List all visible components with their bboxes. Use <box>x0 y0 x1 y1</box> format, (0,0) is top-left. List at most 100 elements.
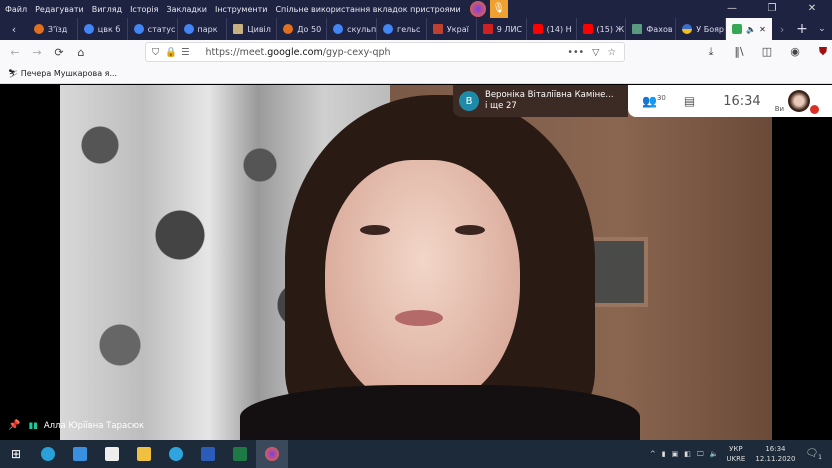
taskbar-explorer[interactable] <box>128 440 160 468</box>
home-button[interactable]: ⌂ <box>70 46 92 59</box>
back-button[interactable]: ← <box>4 46 26 59</box>
forward-button[interactable]: → <box>26 46 48 59</box>
mail-icon <box>73 447 87 461</box>
menu-edit[interactable]: Редагувати <box>35 5 84 14</box>
menu-tab-sharing[interactable]: Спільне використання вкладок пристроями <box>275 5 460 14</box>
excel-icon <box>233 447 247 461</box>
telegram-icon <box>169 447 183 461</box>
tab[interactable]: У Бояр <box>676 18 727 40</box>
taskbar-word[interactable] <box>192 440 224 468</box>
tab-favicon-icon <box>482 24 493 34</box>
ublock-icon[interactable]: ⛊ <box>812 45 832 59</box>
tab[interactable]: цвк б <box>78 18 128 40</box>
tab[interactable]: парк <box>178 18 228 40</box>
scroll-tabs-left[interactable]: ‹ <box>0 23 28 36</box>
tab-favicon-icon <box>33 24 44 34</box>
security-icon[interactable]: ▣ <box>672 450 679 458</box>
menu-tools[interactable]: Інструменти <box>215 5 268 14</box>
tab[interactable]: Фахов <box>626 18 677 40</box>
participants-button[interactable]: 👥30 <box>642 94 666 108</box>
menu-view[interactable]: Вигляд <box>92 5 122 14</box>
bookmark-item[interactable]: ⛷ Печера Мушкарова я... <box>8 69 117 78</box>
google-icon <box>183 24 194 34</box>
close-tab-icon[interactable]: ✕ <box>759 25 766 34</box>
tab[interactable]: (15) Ж <box>577 18 627 40</box>
tab[interactable]: Цивіл <box>227 18 278 40</box>
taskbar-edge[interactable] <box>32 440 64 468</box>
speaker-name-tag: 📌 ▮▮ Алла Юріївна Тарасюк <box>0 420 144 431</box>
tab[interactable]: (14) Н <box>527 18 577 40</box>
tab[interactable]: гельс <box>377 18 427 40</box>
maximize-button[interactable]: ❐ <box>752 0 792 18</box>
google-icon <box>333 24 344 34</box>
app-tray-icon[interactable]: ◧ <box>684 450 691 458</box>
start-button[interactable]: ⊞ <box>0 440 32 468</box>
bookmark-star-icon[interactable]: ☆ <box>607 47 616 58</box>
language-indicator[interactable]: УКР UKRE <box>726 444 745 464</box>
tracking-shield-icon[interactable]: ⛉ <box>152 47 159 58</box>
url-text: https://meet.google.com/gyp-cexy-qph <box>205 46 391 58</box>
tab[interactable]: Украї <box>427 18 477 40</box>
network-icon[interactable]: 🖵 <box>697 450 704 459</box>
windows-icon: ⊞ <box>10 447 22 461</box>
pin-icon[interactable]: 📌 <box>8 420 20 431</box>
notifications-button[interactable]: 🗨1 <box>805 448 822 461</box>
self-avatar[interactable] <box>788 90 811 112</box>
you-label: Ви <box>774 105 785 113</box>
ukraine-flag-icon <box>682 24 693 34</box>
account-icon[interactable]: ◉ <box>784 45 806 59</box>
firefox-icon <box>469 1 486 17</box>
others-count: і ще 27 <box>485 101 517 111</box>
participant-video <box>60 85 772 440</box>
menu-bookmarks[interactable]: Закладки <box>167 5 207 14</box>
pocket-icon[interactable]: ▽ <box>592 47 599 58</box>
tab[interactable]: скульп <box>327 18 378 40</box>
permissions-icon[interactable]: ☰ <box>181 47 190 58</box>
usb-icon[interactable]: ▮ <box>662 450 666 458</box>
menu-file[interactable]: Файл <box>5 5 27 14</box>
close-window-button[interactable]: ✕ <box>792 0 832 18</box>
lock-icon[interactable]: 🔒 <box>165 47 177 58</box>
clock[interactable]: 16:34 12.11.2020 <box>755 444 795 464</box>
downloads-icon[interactable]: ⤓ <box>700 45 722 59</box>
tab[interactable]: 9 ЛИС <box>477 18 527 40</box>
audio-playing-icon[interactable]: 🔈 <box>746 25 756 34</box>
page-actions-icon[interactable]: ••• <box>567 47 584 58</box>
sidebar-icon[interactable]: ◫ <box>756 45 778 59</box>
windows-taskbar: ⊞ ^ ▮ ▣ ◧ 🖵 🔈 УКР UKRE 16:34 12.11.2020 🗨1 <box>0 440 832 468</box>
tab[interactable]: З'їзд <box>28 18 78 40</box>
bookmarks-bar: ⛷ Печера Мушкарова я... <box>0 64 832 84</box>
tab-bar: ‹ З'їзд цвк б статус парк Цивіл До 50 ск… <box>0 18 832 40</box>
folder-icon <box>137 447 151 461</box>
library-icon[interactable]: ‖\ <box>728 45 750 59</box>
meeting-clock: 16:34 <box>723 93 761 109</box>
video-background-window <box>588 237 648 307</box>
microphone-indicator-icon[interactable]: 🎙 <box>489 0 508 18</box>
tab-active-meet[interactable]: 🔈 ✕ <box>726 18 773 40</box>
taskbar-mail[interactable] <box>64 440 96 468</box>
url-bar[interactable]: ⛉ 🔒 ☰ https://meet.google.com/gyp-cexy-q… <box>145 42 625 62</box>
tab[interactable]: До 50 <box>277 18 328 40</box>
taskbar-telegram[interactable] <box>160 440 192 468</box>
reload-button[interactable]: ⟳ <box>48 46 70 59</box>
presenter-info[interactable]: В Вероніка Віталіївна Каміне... і ще 27 <box>453 85 628 117</box>
minimize-button[interactable]: — <box>712 0 752 18</box>
menu-bar: Файл Редагувати Вигляд Історія Закладки … <box>0 0 832 18</box>
google-icon <box>83 24 94 34</box>
edge-icon <box>41 447 55 461</box>
chat-icon[interactable]: ▤ <box>684 94 695 108</box>
taskbar-store[interactable] <box>96 440 128 468</box>
list-tabs-button[interactable]: ⌄ <box>812 24 832 34</box>
presenter-name: Вероніка Віталіївна Каміне... <box>485 90 614 100</box>
taskbar-excel[interactable] <box>224 440 256 468</box>
taskbar-firefox[interactable] <box>256 440 288 468</box>
show-hidden-icons[interactable]: ^ <box>650 450 656 458</box>
google-icon <box>133 24 144 34</box>
scroll-tabs-right[interactable]: › <box>772 23 792 36</box>
new-tab-button[interactable]: + <box>792 21 812 37</box>
menu-history[interactable]: Історія <box>130 5 158 14</box>
tab[interactable]: статус <box>128 18 178 40</box>
youtube-icon <box>532 24 543 34</box>
volume-icon[interactable]: 🔈 <box>710 450 719 458</box>
tab-favicon-icon <box>632 24 643 34</box>
